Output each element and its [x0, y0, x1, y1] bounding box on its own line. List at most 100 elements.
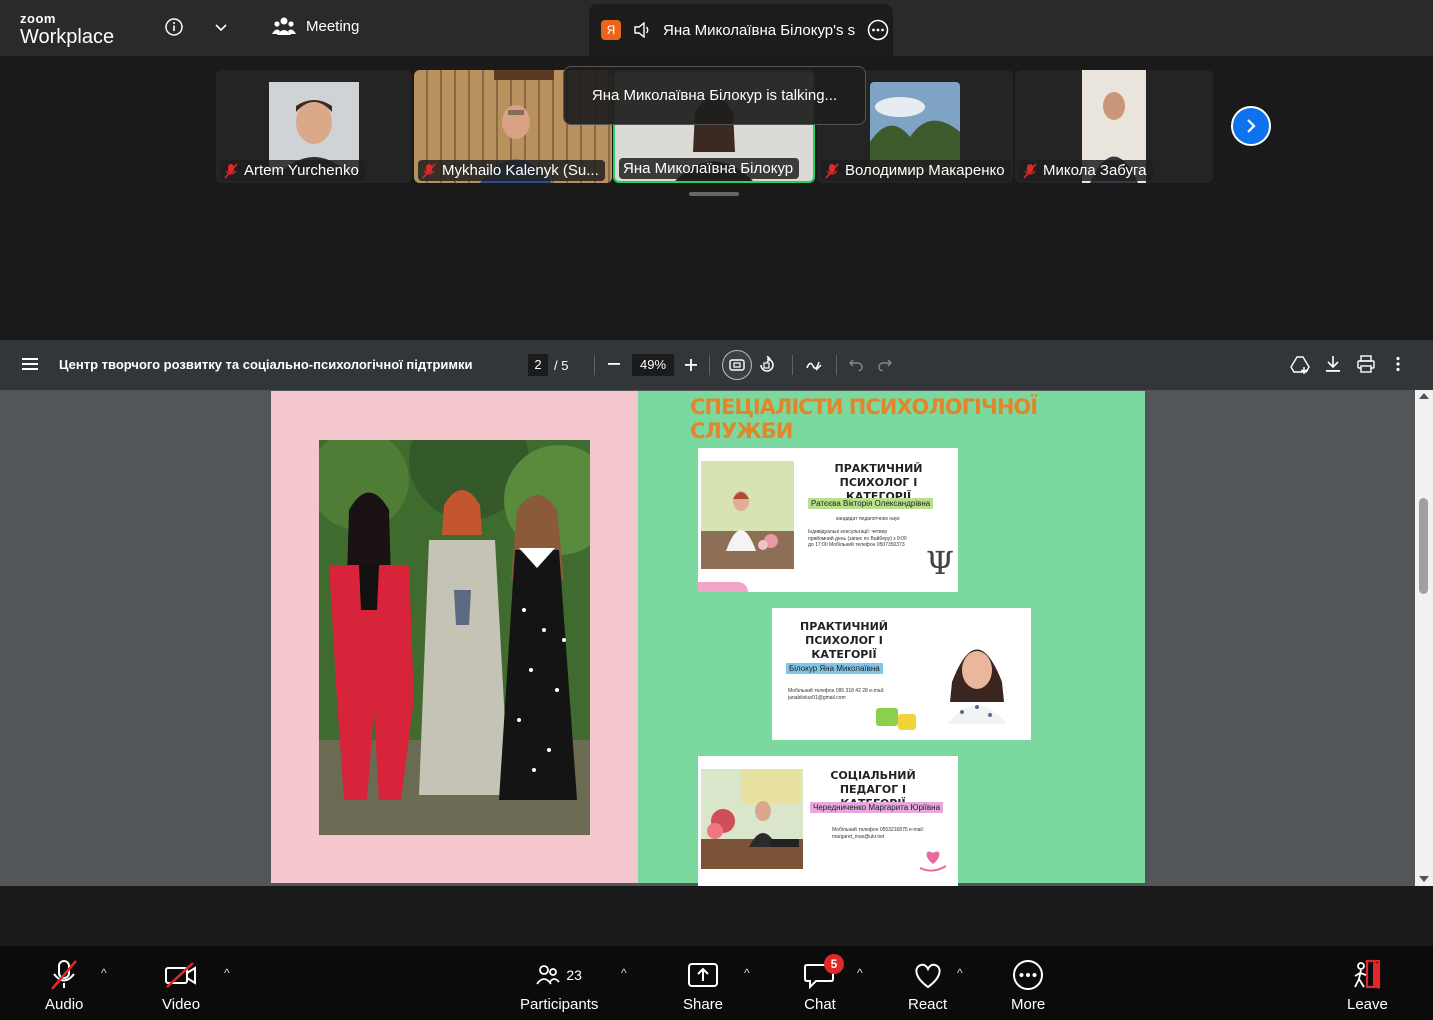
card-name: Ратєєва Вікторія Олександрівна	[808, 498, 934, 509]
avatar	[269, 82, 359, 172]
chevron-down-icon[interactable]	[210, 16, 232, 38]
menu-icon[interactable]	[22, 357, 38, 374]
top-bar: zoom Workplace Meeting Я Яна Миколаївна …	[0, 0, 1433, 56]
participant-name-label: Artem Yurchenko	[220, 160, 365, 181]
avatar	[870, 82, 960, 172]
page-number-input[interactable]: 2	[528, 354, 548, 376]
specialist-card: ПРАКТИЧНИЙ ПСИХОЛОГ І КАТЕГОРІЇ Білокур …	[772, 608, 1031, 740]
participant-tile[interactable]: Artem Yurchenko	[216, 70, 412, 183]
speaker-tab-title: Яна Миколаївна Білокур's s	[663, 21, 856, 39]
scroll-down-icon[interactable]	[1419, 876, 1429, 882]
specialist-photo	[701, 769, 803, 869]
share-button[interactable]: Share	[683, 958, 723, 1013]
specialist-photo	[701, 461, 794, 569]
rotate-icon[interactable]	[758, 355, 776, 377]
next-page-button[interactable]	[1231, 106, 1271, 146]
pdf-viewport[interactable]: СПЕЦІАЛІСТИ ПСИХОЛОГІЧНОЇ СЛУЖБИ ПРАКТИЧ…	[0, 390, 1433, 886]
page-total: / 5	[554, 358, 569, 373]
audio-options-caret[interactable]: ^	[101, 966, 107, 980]
app-badge: Я	[601, 20, 621, 40]
participants-group-icon	[272, 17, 296, 35]
participant-tile[interactable]: Микола Забуга	[1015, 70, 1213, 183]
psi-icon: Ψ	[926, 544, 955, 582]
card-info: Індивідуальні консультації: четвер прийо…	[808, 529, 907, 548]
toolbar-divider	[594, 355, 595, 375]
video-off-icon	[164, 958, 198, 992]
zoom-window: zoom Workplace Meeting Я Яна Миколаївна …	[0, 0, 1433, 1020]
redo-icon[interactable]	[878, 357, 892, 374]
more-options-icon	[867, 19, 889, 41]
fit-to-page-button[interactable]	[722, 350, 752, 380]
puzzle-icon	[876, 708, 898, 726]
undo-icon[interactable]	[849, 357, 863, 374]
video-button[interactable]: Video	[162, 958, 200, 1013]
fit-page-icon	[729, 359, 745, 371]
group-photo	[319, 440, 590, 835]
download-icon[interactable]	[1325, 355, 1341, 376]
card-info: Мобільний телефон 0553216875 e-mail: mar…	[832, 827, 925, 840]
speaker-share-tab[interactable]: Я Яна Миколаївна Білокур's s	[589, 4, 893, 56]
zoom-in-button[interactable]	[684, 355, 698, 378]
audio-button[interactable]: Audio	[45, 958, 83, 1013]
mic-muted-icon	[422, 162, 436, 179]
participants-count: 23	[566, 967, 582, 983]
mic-muted-icon	[825, 162, 839, 179]
react-options-caret[interactable]: ^	[957, 966, 963, 980]
toolbar-divider	[836, 355, 837, 375]
leave-button[interactable]: Leave	[1347, 958, 1388, 1013]
participants-button[interactable]: 23 Participants	[520, 958, 598, 1013]
participants-options-caret[interactable]: ^	[621, 966, 627, 980]
more-vertical-icon[interactable]	[1395, 356, 1401, 375]
participant-name: Artem Yurchenko	[244, 162, 359, 179]
participant-name: Mykhailo Kalenyk (Su...	[442, 162, 599, 179]
talking-tooltip: Яна Миколаївна Білокур is talking...	[563, 66, 866, 125]
scroll-up-icon[interactable]	[1419, 393, 1429, 399]
strip-resize-handle[interactable]	[689, 192, 739, 196]
video-options-caret[interactable]: ^	[224, 966, 230, 980]
speaker-icon	[634, 22, 649, 38]
card-title: ПРАКТИЧНИЙ ПСИХОЛОГ І КАТЕГОРІЇ	[800, 620, 888, 661]
specialist-photo	[932, 622, 1022, 724]
mic-muted-icon	[224, 162, 238, 179]
chat-unread-badge: 5	[824, 954, 844, 974]
chevron-right-icon	[1247, 119, 1256, 133]
scrollbar-thumb[interactable]	[1419, 498, 1428, 594]
drive-add-icon[interactable]	[1290, 355, 1310, 378]
participants-icon: 23	[536, 958, 582, 992]
chat-options-caret[interactable]: ^	[857, 966, 863, 980]
meeting-controls-bar: Audio ^ Video ^ 23 Participants ^ Share …	[0, 946, 1433, 1020]
chat-button[interactable]: 5 Chat	[804, 954, 844, 1013]
zoom-out-button[interactable]	[607, 354, 621, 379]
heart-hand-icon	[918, 844, 948, 879]
brand-top: zoom	[20, 11, 56, 26]
react-button[interactable]: React	[908, 958, 947, 1013]
share-screen-icon	[687, 958, 719, 992]
puzzle-icon	[898, 714, 916, 730]
meeting-button[interactable]: Meeting	[272, 16, 359, 36]
participant-name: Яна Миколаївна Білокур	[623, 160, 794, 177]
info-icon[interactable]	[163, 16, 185, 38]
more-icon	[1012, 958, 1044, 992]
card-degree: кандидат педагогічних наук	[836, 516, 900, 522]
zoom-level-input[interactable]: 49%	[632, 354, 674, 376]
participant-name: Микола Забуга	[1043, 162, 1147, 179]
print-icon[interactable]	[1357, 355, 1375, 376]
mic-muted-icon	[49, 958, 79, 992]
react-label: React	[908, 996, 948, 1013]
card-name: Білокур Яна Миколаївна	[786, 663, 883, 674]
toolbar-divider	[792, 355, 793, 375]
pdf-scrollbar[interactable]	[1415, 390, 1433, 886]
card-info: Мобільний телефон 095 318 42 28 e-mail: …	[788, 688, 885, 701]
participant-name-label: Яна Миколаївна Білокур	[619, 158, 800, 179]
pdf-toolbar: Центр творчого розвитку та соціально-пси…	[0, 340, 1433, 390]
draw-icon[interactable]	[805, 356, 823, 377]
audio-label: Audio	[45, 996, 84, 1013]
zoom-logo: zoom Workplace	[20, 12, 114, 47]
participant-name-label: Володимир Макаренко	[821, 160, 1011, 181]
specialist-card: ПРАКТИЧНИЙ ПСИХОЛОГ І КАТЕГОРІЇ Ратєєва …	[698, 448, 958, 592]
more-button[interactable]: More	[1011, 958, 1045, 1013]
meeting-label: Meeting	[306, 17, 360, 35]
card-name: Чередниченко Маргарита Юріївна	[810, 802, 944, 813]
participant-name-label: Mykhailo Kalenyk (Su...	[418, 160, 605, 181]
share-options-caret[interactable]: ^	[744, 966, 750, 980]
